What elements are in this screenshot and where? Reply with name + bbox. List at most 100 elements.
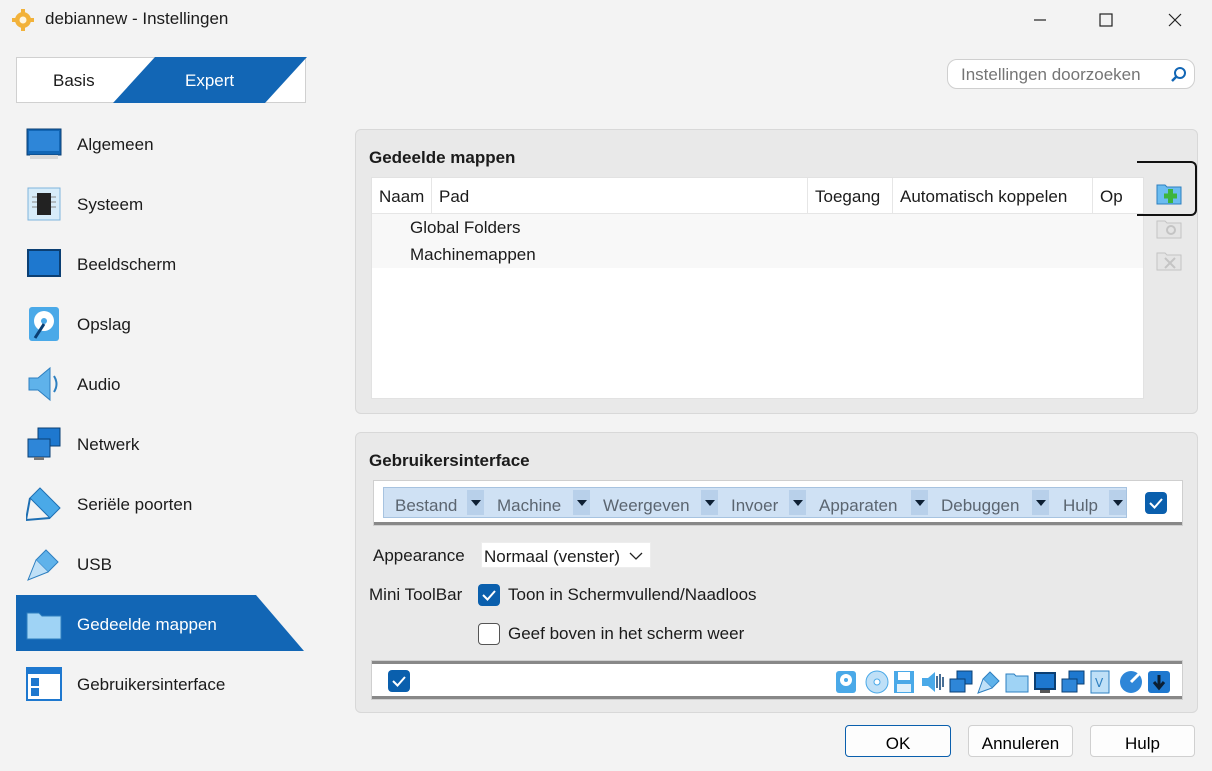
sidebar-item-label: Gedeelde mappen <box>77 615 217 634</box>
sidebar-item-beeldscherm[interactable]: Beeldscherm <box>16 235 306 291</box>
statusbar-enabled-checkbox[interactable] <box>388 670 410 692</box>
maximize-icon <box>1099 13 1113 27</box>
sidebar-item-gebruikersinterface[interactable]: Gebruikersinterface <box>16 655 306 711</box>
shared-folder-icon[interactable] <box>1005 670 1029 694</box>
speaker-icon <box>28 366 58 402</box>
mode-basis-tab[interactable]: Basis <box>53 71 95 91</box>
sidebar-item-label: Gebruikersinterface <box>77 675 226 694</box>
minimize-button[interactable] <box>1010 0 1070 40</box>
hard-disk-icon[interactable] <box>835 670 857 694</box>
display-icon[interactable] <box>1033 670 1057 694</box>
menu-bar-editor: Bestand Machine Weergeven Invoer Apparat… <box>373 480 1183 526</box>
sidebar-item-seriele-poorten[interactable]: Seriële poorten <box>16 475 306 531</box>
checkmark-icon <box>392 676 406 687</box>
maximize-button[interactable] <box>1076 0 1136 40</box>
usb-icon[interactable] <box>977 670 1001 694</box>
sidebar-item-audio[interactable]: Audio <box>16 355 306 411</box>
sidebar-item-label: Seriële poorten <box>77 495 193 514</box>
chip-icon <box>27 187 61 221</box>
chevron-down-icon[interactable] <box>911 490 928 515</box>
mouse-integration-icon[interactable] <box>1119 670 1143 694</box>
column-header-toegang[interactable]: Toegang <box>808 178 893 213</box>
show-in-fullscreen-label[interactable]: Toon in Schermvullend/Naadloos <box>508 585 757 605</box>
table-rows: Global Folders Machinemappen <box>372 214 1143 268</box>
sidebar-item-gedeelde-mappen[interactable]: Gedeelde mappen <box>16 595 306 651</box>
tree-item-machinemappen[interactable]: Machinemappen <box>410 245 536 265</box>
sidebar-item-netwerk[interactable]: Netwerk <box>16 415 306 471</box>
shared-folders-table[interactable]: Naam Pad Toegang Automatisch koppelen Op… <box>371 177 1144 399</box>
search-icon[interactable] <box>1170 66 1188 84</box>
sidebar-item-usb[interactable]: USB <box>16 535 306 591</box>
sidebar-item-opslag[interactable]: Opslag <box>16 295 306 351</box>
panel-title: Gebruikersinterface <box>369 451 530 470</box>
sidebar-item-label: Algemeen <box>77 135 154 154</box>
sidebar-item-label: Audio <box>77 375 121 394</box>
chevron-down-icon[interactable] <box>1109 490 1126 515</box>
chevron-down-icon[interactable] <box>467 490 484 515</box>
disk-icon <box>29 307 59 341</box>
mode-expert-tab[interactable]: Expert <box>185 71 234 91</box>
chevron-down-icon[interactable] <box>701 490 718 515</box>
floppy-icon[interactable] <box>893 670 915 694</box>
chevron-down-icon[interactable] <box>573 490 590 515</box>
sidebar-item-systeem[interactable]: Systeem <box>16 175 306 231</box>
menu-item-debuggen[interactable]: Debuggen <box>941 488 1019 517</box>
menu-item-machine[interactable]: Machine <box>497 488 561 517</box>
network-icon[interactable] <box>949 670 973 694</box>
chevron-down-icon[interactable] <box>789 490 806 515</box>
cancel-button[interactable]: Annuleren <box>968 725 1073 757</box>
menu-bar-enabled-checkbox[interactable] <box>1145 492 1167 514</box>
window-title: debiannew - Instellingen <box>45 9 229 28</box>
minimize-icon <box>1034 19 1046 21</box>
sidebar-item-algemeen[interactable]: Algemeen <box>16 115 306 171</box>
search-input[interactable] <box>961 65 1161 85</box>
gear-icon <box>12 9 34 31</box>
sidebar-item-label: Beeldscherm <box>77 255 177 274</box>
svg-text:V: V <box>1095 676 1104 690</box>
close-icon <box>1168 13 1182 27</box>
mini-toolbar-label: Mini ToolBar <box>369 585 463 604</box>
user-interface-panel: Gebruikersinterface Bestand Machine Weer… <box>355 432 1198 713</box>
column-header-automatisch-koppelen[interactable]: Automatisch koppelen <box>893 178 1093 213</box>
sidebar-item-label: Opslag <box>77 315 131 334</box>
network-icon <box>27 427 61 460</box>
statusbar-editor: V <box>371 660 1183 700</box>
virtualization-icon[interactable]: V <box>1089 670 1111 694</box>
help-button[interactable]: Hulp <box>1090 725 1195 757</box>
panel-title: Gedeelde mappen <box>369 148 516 167</box>
shared-folder-icon <box>26 612 62 640</box>
title-bar: debiannew - Instellingen <box>0 0 1212 40</box>
keyboard-host-icon[interactable] <box>1147 670 1171 694</box>
close-button[interactable] <box>1145 0 1205 40</box>
column-header-naam[interactable]: Naam <box>372 178 432 213</box>
chevron-down-icon[interactable] <box>1032 490 1049 515</box>
settings-search <box>947 59 1195 89</box>
column-header-op[interactable]: Op <box>1093 178 1143 213</box>
appearance-value: Normaal (venster) <box>484 547 621 566</box>
show-at-top-label[interactable]: Geef boven in het scherm weer <box>508 624 744 644</box>
appearance-select[interactable]: Normaal (venster) <box>481 542 651 568</box>
remove-shared-folder-icon[interactable] <box>1156 249 1182 271</box>
show-at-top-checkbox[interactable] <box>478 623 500 645</box>
ok-button[interactable]: OK <box>845 725 951 757</box>
serial-port-icon <box>26 487 61 522</box>
menu-item-bestand[interactable]: Bestand <box>395 488 457 517</box>
menu-bar-preview: Bestand Machine Weergeven Invoer Apparat… <box>383 487 1127 518</box>
usb-icon <box>27 549 59 581</box>
optical-disk-icon[interactable] <box>865 670 889 694</box>
chevron-down-icon <box>629 552 643 560</box>
menu-item-apparaten[interactable]: Apparaten <box>819 488 897 517</box>
edit-shared-folder-icon[interactable] <box>1156 217 1182 239</box>
menu-item-invoer[interactable]: Invoer <box>731 488 778 517</box>
recording-icon[interactable] <box>1061 670 1085 694</box>
menu-item-hulp[interactable]: Hulp <box>1063 488 1098 517</box>
tree-item-global-folders[interactable]: Global Folders <box>410 218 521 238</box>
column-header-pad[interactable]: Pad <box>432 178 808 213</box>
sidebar-item-label: Netwerk <box>77 435 140 454</box>
checkmark-icon <box>1149 498 1163 509</box>
appearance-label: Appearance <box>373 546 465 565</box>
menu-item-weergeven[interactable]: Weergeven <box>603 488 690 517</box>
audio-icon[interactable] <box>921 670 945 694</box>
show-in-fullscreen-checkbox[interactable] <box>478 584 500 606</box>
monitor-icon <box>26 128 62 159</box>
